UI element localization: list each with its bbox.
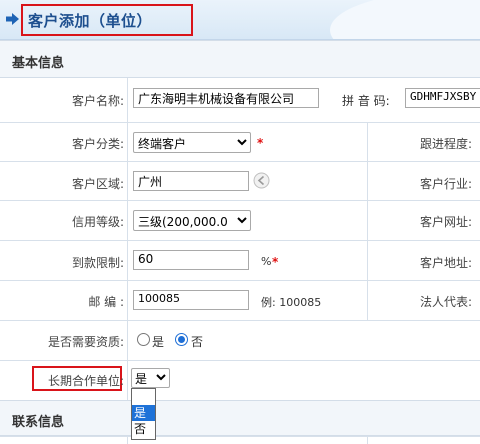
row-divider: [0, 280, 480, 281]
credit-value: 三级(200,000.0: [138, 215, 228, 229]
row-divider: [0, 122, 480, 123]
grid-divider: [127, 78, 128, 400]
page-header: 客户添加（单位）: [0, 0, 480, 40]
longterm-dropdown-list[interactable]: 是 否: [131, 388, 156, 440]
grid-divider: [367, 122, 368, 320]
grid-divider: [367, 436, 368, 444]
chevron-down-icon: [237, 139, 247, 146]
postcode-example: 例: 100085: [261, 296, 322, 309]
website-label: 客户网址:: [420, 215, 473, 229]
postcode-input[interactable]: 100085: [133, 290, 249, 310]
customer-name-label: 客户名称:: [71, 94, 124, 108]
follow-label: 跟进程度:: [420, 137, 473, 151]
region-label: 客户区域:: [71, 177, 124, 191]
row-divider: [0, 320, 480, 321]
credit-label: 信用等级:: [71, 215, 124, 229]
row-divider: [0, 161, 480, 162]
chevron-down-icon: [156, 374, 166, 381]
longterm-value: 是: [135, 372, 148, 386]
section-basic-info: 基本信息: [0, 40, 480, 78]
credit-select[interactable]: 三级(200,000.0: [133, 210, 251, 231]
category-select[interactable]: 终端客户: [133, 132, 251, 153]
required-marker: *: [272, 255, 279, 269]
pinyin-label: 拼 音 码:: [342, 94, 390, 108]
dropdown-option-no[interactable]: 否: [132, 421, 155, 437]
qualification-yes-label: 是: [152, 335, 165, 349]
dropdown-option-yes[interactable]: 是: [132, 405, 155, 421]
payment-limit-label: 到款限制:: [71, 256, 124, 270]
page-title: 客户添加（单位）: [28, 12, 153, 30]
required-marker: *: [257, 136, 264, 150]
row-divider: [0, 200, 480, 201]
section-contact-title: 联系信息: [12, 415, 65, 430]
percent-unit: %: [261, 255, 272, 268]
header-decoration: [330, 0, 480, 39]
region-input[interactable]: 广州: [133, 171, 249, 191]
qualification-no-radio[interactable]: [175, 333, 188, 346]
section-contact-info: 联系信息: [0, 400, 480, 436]
row-divider: [0, 240, 480, 241]
longterm-select[interactable]: 是: [131, 368, 170, 388]
legal-rep-label: 法人代表:: [420, 295, 473, 309]
customer-name-input[interactable]: 广东海明丰机械设备有限公司: [133, 88, 319, 108]
category-label: 客户分类:: [71, 137, 124, 151]
qualification-no-label: 否: [191, 335, 204, 349]
section-basic-title: 基本信息: [12, 56, 65, 71]
longterm-label: 长期合作单位:: [47, 374, 124, 388]
address-label: 客户地址:: [420, 256, 473, 270]
category-value: 终端客户: [138, 137, 187, 151]
row-divider: [0, 360, 480, 361]
row-divider: [0, 436, 480, 437]
title-highlight-box: 客户添加（单位）: [21, 4, 193, 36]
chevron-down-icon: [236, 216, 247, 224]
arrow-right-icon: [6, 13, 19, 25]
dropdown-option-empty[interactable]: [132, 389, 155, 405]
payment-limit-input[interactable]: 60: [133, 250, 249, 270]
pinyin-input[interactable]: GDHMFJXSBY: [405, 88, 480, 108]
qualification-label: 是否需要资质:: [47, 335, 124, 349]
industry-label: 客户行业:: [420, 177, 473, 191]
qualification-yes-radio[interactable]: [137, 333, 150, 346]
postcode-label: 邮 编 :: [88, 295, 124, 309]
grid-divider: [127, 436, 128, 444]
region-picker-icon[interactable]: [253, 172, 270, 189]
